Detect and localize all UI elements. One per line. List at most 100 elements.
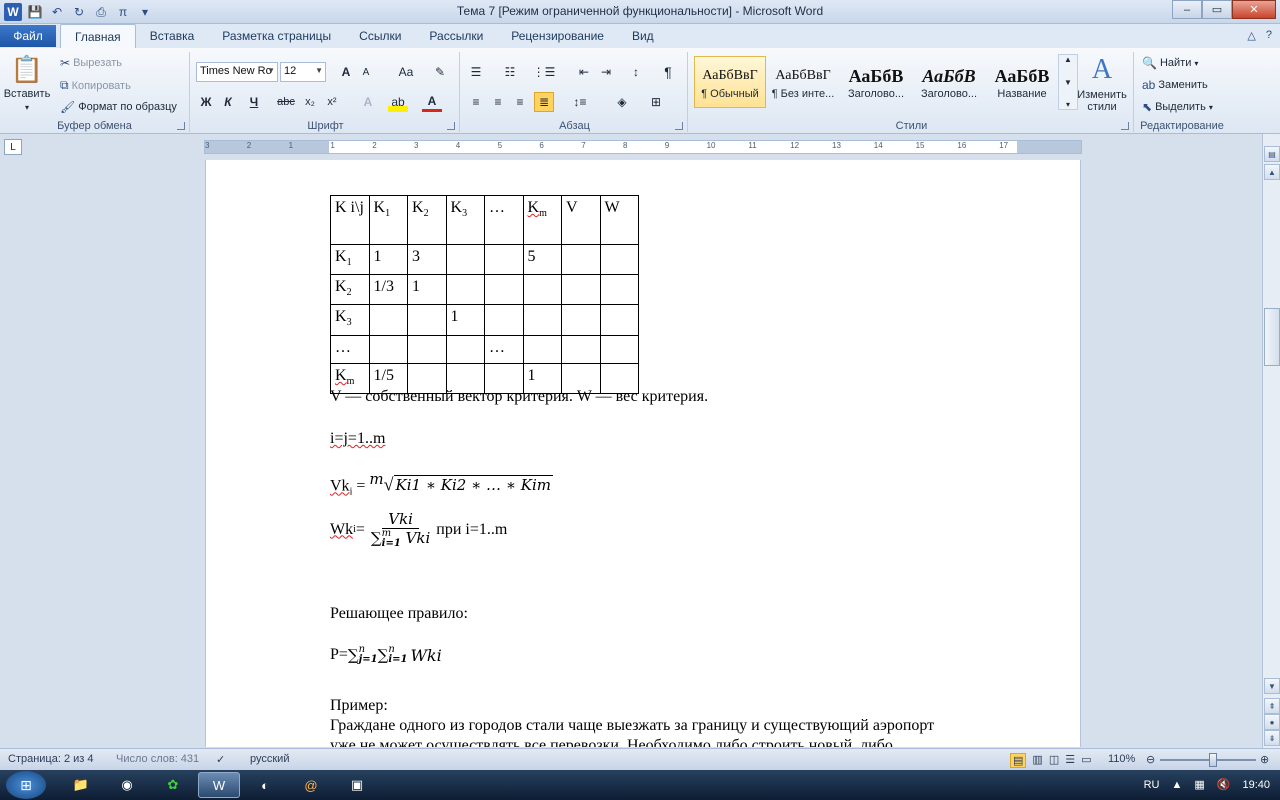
paste-button[interactable]: 📋 Вставить ▾ — [4, 54, 51, 112]
underline-button[interactable]: Ч — [244, 92, 264, 112]
table-cell[interactable] — [599, 334, 639, 365]
multilevel-list-icon[interactable]: ⋮☰ — [533, 62, 556, 82]
table-cell[interactable]: … — [330, 334, 370, 365]
zoom-in-icon[interactable]: ⊕ — [1260, 753, 1269, 766]
subscript-button[interactable]: x₂ — [300, 92, 320, 112]
grow-font-button[interactable]: A — [336, 62, 356, 82]
align-left-icon[interactable]: ≡ — [466, 92, 486, 112]
word-taskbar-icon[interactable]: W — [198, 772, 240, 798]
shrink-font-button[interactable]: A — [356, 62, 376, 82]
next-page-icon[interactable]: ⇟ — [1264, 730, 1280, 746]
font-dialog-launcher[interactable] — [447, 122, 455, 130]
outline-view-icon[interactable]: ☰ — [1065, 753, 1075, 768]
style-item-0[interactable]: АаБбВвГ ¶ Обычный — [694, 56, 766, 108]
minimize-ribbon-icon[interactable]: △ — [1247, 29, 1255, 42]
tray-expand-icon[interactable]: ▲ — [1171, 779, 1182, 791]
highlight-icon[interactable]: ab — [388, 92, 408, 112]
table-cell[interactable]: 5 — [522, 243, 562, 276]
replace-button[interactable]: ab Заменить — [1142, 78, 1208, 92]
table-cell[interactable] — [407, 334, 447, 365]
horizontal-ruler[interactable]: 3 2 1 1 2 3 4 5 6 7 8 9 10 11 12 13 14 15 16 17 — [204, 140, 1082, 154]
decrease-indent-icon[interactable]: ⇤ — [574, 62, 594, 82]
increase-indent-icon[interactable]: ⇥ — [596, 62, 616, 82]
tab-3[interactable]: Ссылки — [345, 24, 415, 48]
table-cell[interactable] — [561, 304, 601, 336]
table-cell[interactable]: K3 — [445, 195, 485, 245]
style-item-2[interactable]: АаБбВ Заголово... — [840, 56, 912, 108]
select-browse-object-icon[interactable]: ● — [1264, 714, 1280, 730]
tab-5[interactable]: Рецензирование — [497, 24, 618, 48]
copy-button[interactable]: ⧉ Копировать — [60, 78, 131, 93]
firefox-icon[interactable]: ◉ — [106, 772, 148, 798]
format-painter-button[interactable]: 🖌 Формат по образцу — [60, 100, 177, 114]
change-styles-button[interactable]: A Изменить стили — [1074, 54, 1130, 113]
close-button[interactable]: ✕ — [1232, 0, 1276, 19]
table-cell[interactable]: 1 — [368, 243, 408, 276]
scroll-down-icon[interactable]: ▼ — [1264, 678, 1280, 694]
table-cell[interactable]: K1 — [330, 243, 370, 276]
align-right-icon[interactable]: ≡ — [510, 92, 530, 112]
select-button[interactable]: ⬉ Выделить ▾ — [1142, 100, 1213, 114]
ruler-toggle-icon[interactable]: ▤ — [1264, 146, 1280, 162]
italic-button[interactable]: К — [218, 92, 238, 112]
table-cell[interactable]: K2 — [330, 274, 370, 306]
table-cell[interactable] — [561, 334, 601, 365]
draft-view-icon[interactable]: ▭ — [1081, 753, 1091, 768]
tab-file[interactable]: Файл — [0, 25, 56, 47]
tab-6[interactable]: Вид — [618, 24, 668, 48]
table-cell[interactable] — [368, 304, 408, 336]
web-layout-icon[interactable]: ◫ — [1049, 753, 1059, 768]
table-cell[interactable]: K2 — [407, 195, 447, 245]
minimize-button[interactable]: – — [1172, 0, 1202, 19]
volume-muted-icon[interactable]: 🔇 — [1217, 778, 1231, 791]
table-cell[interactable]: K i\j — [330, 195, 370, 245]
table-cell[interactable] — [484, 243, 524, 276]
document-page[interactable]: K i\j K1 K2 K3… Km V W K1 1 3 5 K2 1/3 1 K3 1…… Km 1/5 1 V… — [205, 160, 1081, 747]
full-screen-reading-icon[interactable]: ▥ — [1032, 753, 1042, 768]
style-item-1[interactable]: АаБбВвГ ¶ Без инте... — [767, 56, 839, 108]
table-cell[interactable] — [522, 334, 562, 365]
icq-icon[interactable]: ✿ — [152, 772, 194, 798]
table-cell[interactable]: 1 — [407, 274, 447, 306]
shading-icon[interactable]: ◈ — [612, 92, 632, 112]
bold-button[interactable]: Ж — [196, 92, 216, 112]
font-size-combo[interactable]: 12 ▼ — [280, 62, 326, 82]
table-cell[interactable]: 1 — [445, 304, 485, 336]
table-cell[interactable] — [599, 304, 639, 336]
table-cell[interactable] — [522, 274, 562, 306]
borders-icon[interactable]: ⊞ — [646, 92, 666, 112]
table-cell[interactable] — [445, 334, 485, 365]
tab-2[interactable]: Разметка страницы — [208, 24, 345, 48]
clock[interactable]: 19:40 — [1242, 779, 1270, 791]
mail-agent-icon[interactable]: @ — [290, 772, 332, 798]
justify-icon[interactable]: ≣ — [534, 92, 554, 112]
table-cell[interactable]: … — [484, 195, 524, 245]
keyboard-language[interactable]: RU — [1144, 779, 1160, 791]
table-cell[interactable] — [522, 304, 562, 336]
spelling-check-icon[interactable]: ✓ — [216, 753, 225, 766]
tab-1[interactable]: Вставка — [136, 24, 209, 48]
paragraph-dialog-launcher[interactable] — [675, 122, 683, 130]
table-cell[interactable]: 1/3 — [368, 274, 408, 306]
table-cell[interactable] — [445, 243, 485, 276]
text-effects-button[interactable]: A — [358, 92, 378, 112]
tab-selector-button[interactable]: L — [4, 139, 22, 155]
table-cell[interactable]: V — [561, 195, 601, 245]
zoom-slider-thumb[interactable] — [1208, 753, 1217, 767]
word-count[interactable]: Число слов: 431 — [116, 753, 199, 765]
font-name-combo[interactable]: Times New Ro ▼ — [196, 62, 278, 82]
zoom-level[interactable]: 110% — [1108, 753, 1135, 765]
help-icon[interactable]: ? — [1266, 29, 1272, 42]
numbering-icon[interactable]: ☷ — [500, 62, 520, 82]
table-cell[interactable] — [561, 243, 601, 276]
table-cell[interactable]: K1 — [368, 195, 408, 245]
find-button[interactable]: 🔍 Найти ▾ — [1142, 56, 1198, 70]
table-cell[interactable] — [484, 304, 524, 336]
page-counter[interactable]: Страница: 2 из 4 — [8, 753, 94, 765]
clear-formatting-icon[interactable]: ✎ — [430, 62, 450, 82]
scroll-thumb[interactable] — [1264, 308, 1280, 366]
table-cell[interactable]: K3 — [330, 304, 370, 336]
style-item-3[interactable]: АаБбВ Заголово... — [913, 56, 985, 108]
zoom-out-icon[interactable]: ⊖ — [1146, 753, 1155, 766]
cut-button[interactable]: ✂ Вырезать — [60, 56, 122, 70]
